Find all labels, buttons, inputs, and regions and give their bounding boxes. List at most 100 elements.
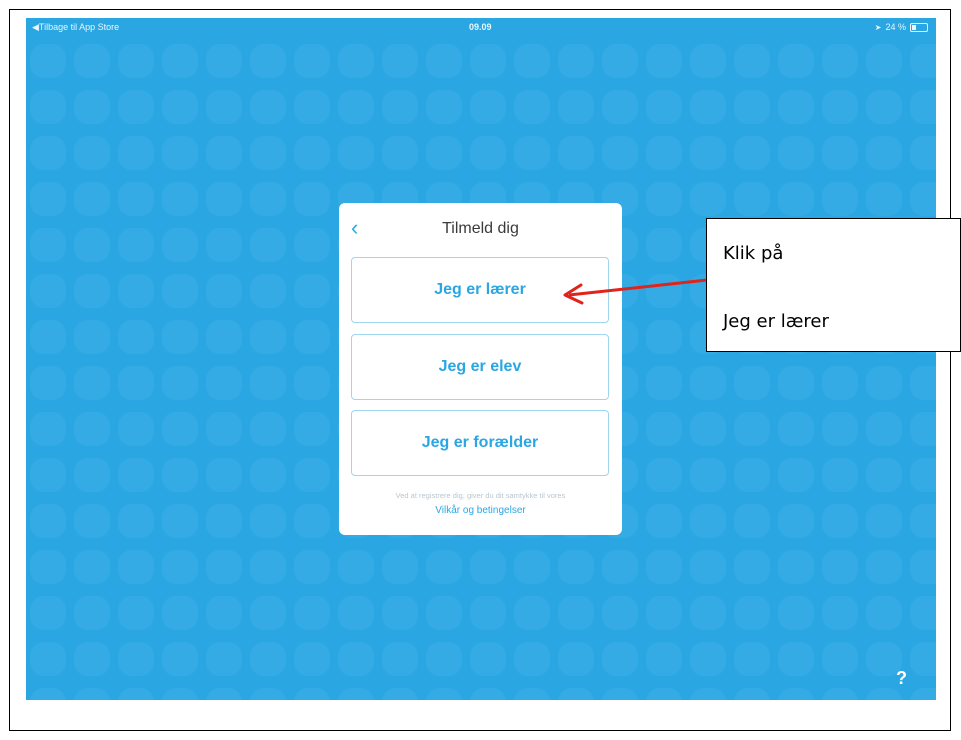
background-bubble (514, 688, 550, 700)
background-bubble (514, 596, 550, 630)
background-bubble (206, 550, 242, 584)
background-bubble (250, 182, 286, 216)
background-bubble (690, 366, 726, 400)
background-bubble (250, 320, 286, 354)
background-bubble (558, 44, 594, 78)
background-bubble (74, 44, 110, 78)
background-bubble (74, 550, 110, 584)
background-bubble (162, 44, 198, 78)
background-bubble (778, 182, 814, 216)
background-bubble (30, 596, 66, 630)
help-button[interactable]: ? (896, 668, 907, 689)
battery-percent: 24 % (885, 22, 906, 32)
back-to-app-store-link[interactable]: ◀Tilbage til App Store (32, 22, 119, 33)
background-bubble (294, 366, 330, 400)
background-bubble (206, 458, 242, 492)
background-bubble (822, 642, 858, 676)
location-icon: ➤ (874, 22, 882, 32)
background-bubble (250, 458, 286, 492)
background-bubble (30, 412, 66, 446)
background-bubble (426, 44, 462, 78)
background-bubble (866, 44, 902, 78)
background-bubble (294, 550, 330, 584)
background-bubble (778, 642, 814, 676)
background-bubble (118, 550, 154, 584)
background-bubble (822, 596, 858, 630)
background-bubble (910, 44, 936, 78)
background-bubble (250, 366, 286, 400)
background-bubble (778, 596, 814, 630)
background-bubble (74, 642, 110, 676)
background-bubble (734, 412, 770, 446)
background-bubble (866, 412, 902, 446)
background-bubble (514, 136, 550, 170)
background-bubble (646, 642, 682, 676)
background-bubble (294, 182, 330, 216)
background-bubble (30, 44, 66, 78)
background-bubble (30, 366, 66, 400)
background-bubble (426, 642, 462, 676)
background-bubble (294, 228, 330, 262)
background-bubble (294, 642, 330, 676)
background-bubble (30, 136, 66, 170)
background-bubble (382, 136, 418, 170)
background-bubble (910, 504, 936, 538)
background-bubble (866, 550, 902, 584)
background-bubble (162, 642, 198, 676)
background-bubble (778, 44, 814, 78)
background-bubble (206, 642, 242, 676)
background-bubble (30, 320, 66, 354)
student-button[interactable]: Jeg er elev (351, 334, 609, 400)
background-bubble (910, 366, 936, 400)
background-bubble (646, 320, 682, 354)
background-bubble (470, 688, 506, 700)
background-bubble (734, 688, 770, 700)
background-bubble (162, 320, 198, 354)
background-bubble (558, 136, 594, 170)
background-bubble (778, 412, 814, 446)
background-bubble (118, 458, 154, 492)
background-bubble (514, 90, 550, 124)
background-bubble (294, 504, 330, 538)
background-bubble (162, 458, 198, 492)
background-bubble (778, 136, 814, 170)
background-bubble (690, 44, 726, 78)
parent-button[interactable]: Jeg er forælder (351, 410, 609, 476)
background-bubble (866, 688, 902, 700)
background-bubble (778, 458, 814, 492)
background-bubble (822, 458, 858, 492)
background-bubble (206, 90, 242, 124)
background-bubble (162, 550, 198, 584)
background-bubble (338, 596, 374, 630)
background-bubble (162, 412, 198, 446)
background-bubble (118, 688, 154, 700)
background-bubble (30, 90, 66, 124)
background-bubble (250, 274, 286, 308)
background-bubble (250, 90, 286, 124)
background-bubble (206, 366, 242, 400)
background-bubble (602, 550, 638, 584)
background-bubble (30, 274, 66, 308)
background-bubble (646, 412, 682, 446)
background-bubble (294, 274, 330, 308)
background-bubble (162, 136, 198, 170)
background-bubble (602, 136, 638, 170)
background-bubble (734, 136, 770, 170)
background-bubble (910, 596, 936, 630)
background-bubble (822, 90, 858, 124)
background-bubble (118, 90, 154, 124)
background-bubble (910, 550, 936, 584)
terms-link[interactable]: Vilkår og betingelser (339, 505, 622, 516)
background-bubble (646, 458, 682, 492)
background-bubble (426, 688, 462, 700)
background-bubble (470, 90, 506, 124)
callout-line-2: Jeg er lærer (723, 311, 829, 332)
background-bubble (206, 688, 242, 700)
background-bubble (426, 596, 462, 630)
background-bubble (822, 136, 858, 170)
background-bubble (866, 596, 902, 630)
background-bubble (294, 458, 330, 492)
back-to-app-store-label: Tilbage til App Store (38, 22, 120, 32)
background-bubble (734, 550, 770, 584)
background-bubble (646, 504, 682, 538)
